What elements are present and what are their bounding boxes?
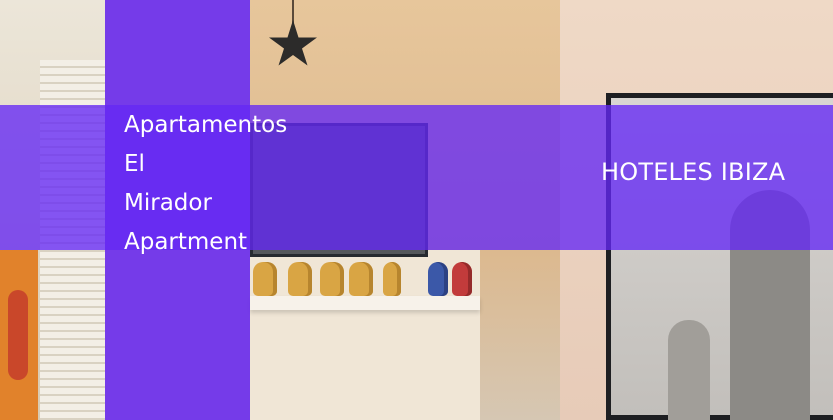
orange-artwork — [0, 250, 38, 420]
wall-shelf — [250, 296, 480, 310]
ceramic-jar — [253, 262, 277, 296]
hotel-title-line: El — [124, 151, 145, 177]
ceramic-jar — [383, 262, 401, 296]
hotel-title-line: Apartment — [124, 229, 248, 255]
ceramic-jar — [320, 262, 344, 296]
hotel-title[interactable]: Apartamentos El Mirador Apartment — [124, 110, 287, 266]
ceramic-jar — [349, 262, 373, 296]
ceramic-jar — [288, 262, 312, 296]
category-link-hoteles-ibiza[interactable]: HOTELES IBIZA — [601, 158, 785, 186]
ceramic-jar — [452, 262, 472, 296]
poster-figure — [668, 320, 710, 420]
hotel-title-line: Mirador — [124, 190, 212, 216]
ceramic-jar — [428, 262, 448, 296]
hotel-title-line: Apartamentos — [124, 112, 288, 138]
